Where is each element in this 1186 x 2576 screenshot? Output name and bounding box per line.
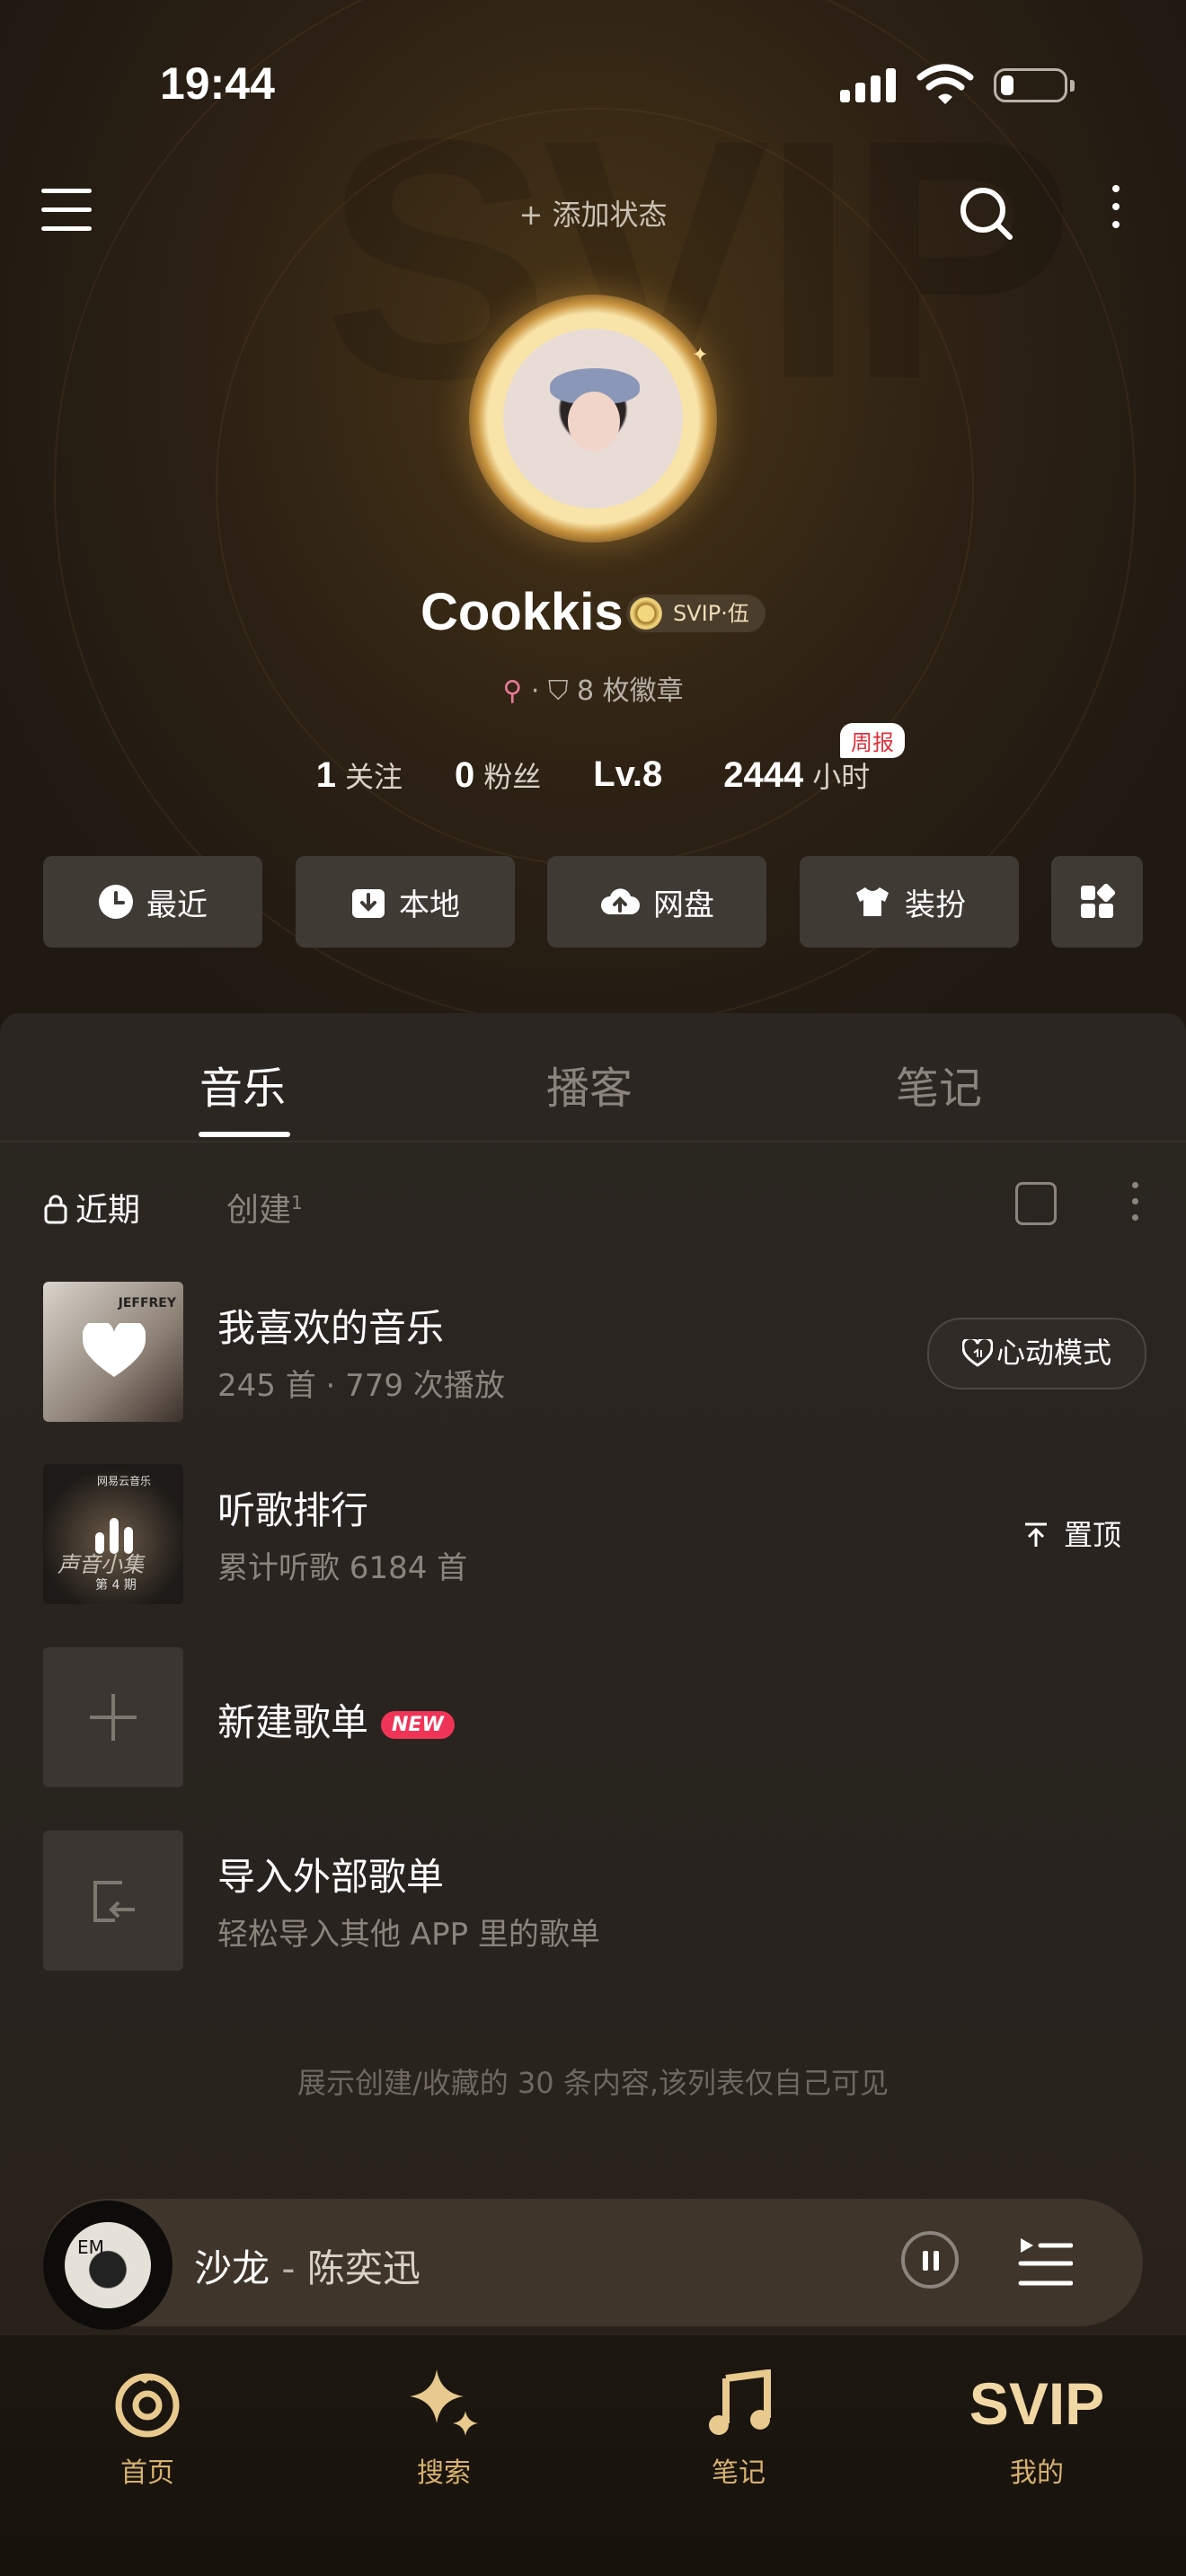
subtab-created[interactable]: 创建1 [226,1184,303,1231]
svip-coin-icon [630,597,662,630]
playlist-cover: JEFFREY [43,1282,183,1422]
svip-icon: SVIP [969,2370,1105,2437]
badge-shield-icon: ⛉ [547,675,569,707]
pause-button[interactable] [901,2231,959,2289]
pin-top-icon [1025,1522,1047,1547]
nav-search[interactable]: 搜索 [354,2357,534,2490]
playlist-import-external[interactable]: 导入外部歌单 轻松导入其他 APP 里的歌单 [43,1831,1148,1971]
avatar [503,329,683,508]
list-footnote: 展示创建/收藏的 30 条内容,该列表仅自己可见 [296,2066,890,2100]
import-playlist-cover [43,1831,183,1971]
playlist-cover: 网易云音乐 声音小集 第 4 期 [43,1464,183,1604]
followers-stat[interactable]: 0 粉丝 [455,754,541,796]
badges-count[interactable]: 8 枚徽章 [577,675,684,707]
nav-notes[interactable]: 笔记 [649,2357,828,2490]
nav-home[interactable]: 首页 [58,2357,237,2490]
pin-top-button[interactable]: 置顶 [1022,1513,1121,1554]
profile-meta-row: ⚲ · ⛉ 8 枚徽章 [502,675,684,707]
download-icon [352,889,385,918]
username: Cookkis [420,583,624,641]
add-playlist-cover [43,1647,183,1787]
playlist-ranking[interactable]: 网易云音乐 声音小集 第 4 期 听歌排行 累计听歌 6184 首 置顶 [43,1464,1148,1604]
avatar-frame[interactable] [469,295,717,543]
heart-mode-button[interactable]: 心动模式 [927,1318,1146,1389]
nav-mine[interactable]: SVIP 我的 [947,2357,1127,2490]
lock-icon [44,1195,67,1224]
heart-mode-icon [961,1337,994,1367]
following-stat[interactable]: 1 关注 [316,754,403,796]
active-tab-indicator [199,1132,290,1137]
weekly-report-tag[interactable]: 周报 [840,723,905,758]
import-playlist-icon[interactable] [1015,1182,1057,1225]
now-playing-title[interactable]: 沙龙 - 陈奕迅 [194,2238,420,2293]
netease-logo-icon [115,2373,180,2438]
album-disc[interactable]: EM [43,2201,173,2330]
quick-local-button[interactable]: 本地 [296,856,515,948]
cellular-signal-icon [840,68,896,102]
more-options-icon[interactable] [1111,185,1121,239]
wifi-icon [916,64,974,104]
music-note-icon [709,2369,771,2435]
shirt-icon [856,887,889,916]
clock-icon [99,885,133,919]
list-more-icon[interactable] [1129,1182,1140,1231]
battery-icon [994,68,1075,102]
playlist-liked[interactable]: JEFFREY 我喜欢的音乐 245 首 · 779 次播放 心动模式 [43,1282,1148,1422]
new-badge: NEW [381,1711,455,1739]
quick-dress-button[interactable]: 装扮 [800,856,1019,948]
heart-icon [83,1323,146,1377]
plus-icon [90,1694,137,1741]
gender-icon: ⚲ [502,675,523,707]
sparkle-icon [410,2369,478,2436]
tab-notes[interactable]: 笔记 [896,1053,982,1116]
level-stat[interactable]: Lv.8 [593,754,671,796]
profile-stats: 1 关注 0 粉丝 Lv.8 2444 小时 [0,754,1186,796]
playlist-queue-icon[interactable] [1017,2235,1073,2290]
listen-hours-stat[interactable]: 2444 小时 [723,754,870,796]
tab-podcast[interactable]: 播客 [546,1053,633,1116]
subtab-recent[interactable]: 近期 [43,1184,140,1231]
import-icon [93,1881,135,1922]
tab-divider [0,1141,1186,1142]
quick-cloud-button[interactable]: 网盘 [547,856,766,948]
quick-recent-button[interactable]: 最近 [43,856,262,948]
status-time: 19:44 [160,58,275,109]
sparkle-icon: ✦ [692,344,709,366]
quick-more-button[interactable] [1051,856,1143,948]
cloud-upload-icon [601,888,640,914]
search-icon[interactable] [958,185,1015,243]
svip-level-badge[interactable]: SVIP·伍 [626,595,766,632]
tab-music[interactable]: 音乐 [199,1053,286,1116]
playlist-create-new[interactable]: 新建歌单 NEW [43,1647,1148,1787]
grid-apps-icon [1081,884,1115,918]
